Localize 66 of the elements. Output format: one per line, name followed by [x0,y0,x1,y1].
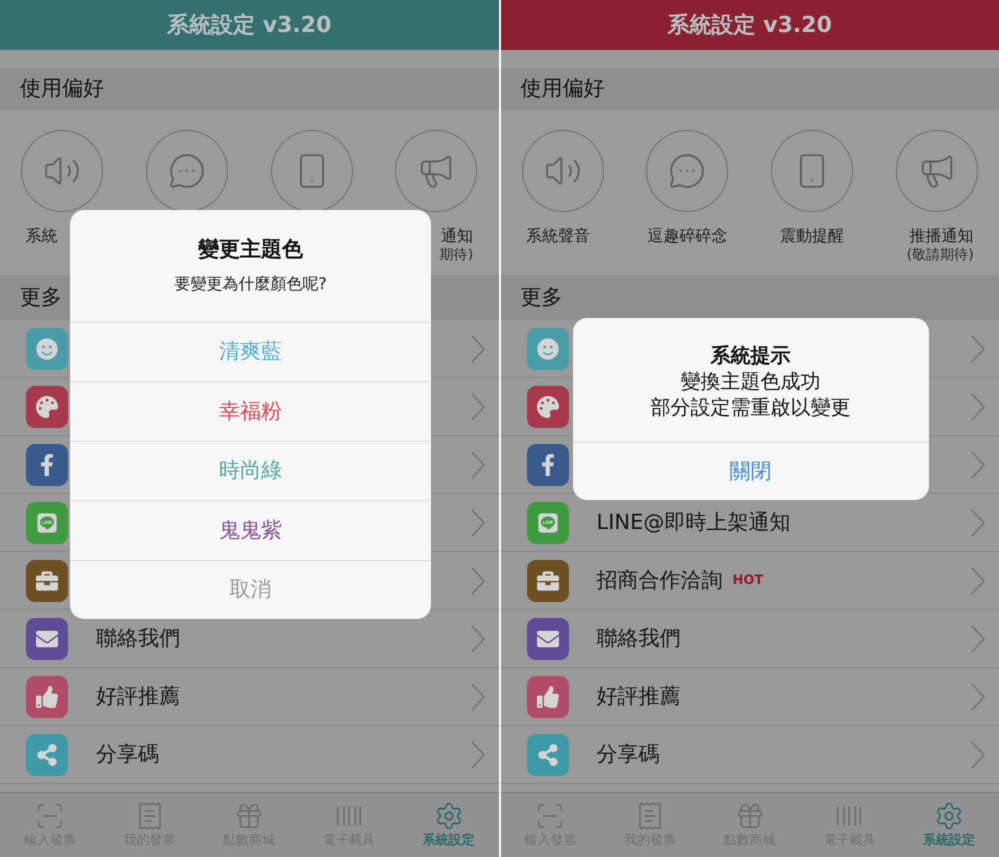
preference-note: 期待) [438,246,474,264]
smiley-icon [536,338,558,360]
chat-bubble-icon [36,512,58,534]
menu-item-label[interactable]: 好評推薦 [596,680,680,712]
color-option-button[interactable]: 鬼鬼紫 [70,500,431,560]
chevron-right-icon [971,334,985,362]
chevron-right-icon [971,508,985,536]
preference-label: 逗趣碎碎念 [646,226,728,246]
briefcase-icon [536,570,558,592]
chevron-right-icon [971,624,985,652]
chat-bubble-icon [168,152,206,190]
section-title: 更多 [520,284,562,311]
dialog-title: 系統提示 [710,342,790,368]
chevron-right-icon [470,624,484,652]
color-option-button[interactable]: 幸福粉 [70,381,431,440]
section-title: 使用偏好 [520,75,604,102]
dialog-title: 變更主題色 [198,236,303,263]
share-icon [536,744,558,766]
tab-button[interactable]: 系統設定 [899,793,999,857]
color-option-button[interactable]: 清爽藍 [70,322,431,381]
thumbs-up-icon [36,686,58,708]
section-title: 使用偏好 [20,75,104,102]
preference-note: (敬請期待) [906,246,974,264]
chevron-right-icon [470,450,484,478]
preference-label: 系統 [25,226,58,246]
chevron-right-icon [470,334,484,362]
thumbs-up-icon [536,686,558,708]
dialog-message: 變換主題色成功 [680,368,820,394]
chevron-right-icon [470,566,484,594]
preference-label: 推播通知 [908,226,974,246]
chat-bubble-icon [668,152,706,190]
chevron-right-icon [971,450,985,478]
dialog-message: 要變更為什麼顏色呢? [174,272,327,294]
menu-item-label[interactable]: 分享碼 [96,738,159,770]
chevron-right-icon [971,392,985,420]
chevron-right-icon [971,566,985,594]
palette-icon [536,396,558,418]
preference-label: 通知 [440,226,474,246]
chevron-right-icon [470,682,484,710]
color-option-button[interactable]: 時尚綠 [70,440,431,500]
tab-button[interactable]: 系統設定 [398,793,498,857]
chevron-right-icon [470,508,484,536]
chat-bubble-icon [536,512,558,534]
header-title: 系統設定 v3.20 [668,12,832,40]
share-icon [36,744,58,766]
preference-label: 震動提醒 [779,226,846,246]
chevron-right-icon [470,392,484,420]
menu-item-label[interactable]: LINE@即時上架通知 [596,506,790,538]
section-title: 更多 [20,284,62,311]
menu-item-label[interactable]: 招商合作洽詢 [596,564,722,596]
menu-item-label[interactable]: 聯絡我們 [96,622,180,654]
preference-label: 系統聲音 [526,226,591,246]
chevron-right-icon [971,682,985,710]
smiley-icon [36,338,58,360]
close-button[interactable]: 關閉 [572,442,928,500]
briefcase-icon [36,570,58,592]
dialog-message: 部分設定需重啟以變更 [650,394,850,420]
color-option-button[interactable]: 取消 [70,560,431,619]
palette-icon [36,396,58,418]
chevron-right-icon [470,740,484,768]
hot-label: HOT [732,572,764,590]
menu-item-label[interactable]: 分享碼 [596,738,660,770]
menu-item-label[interactable]: 好評推薦 [96,680,180,712]
chevron-right-icon [971,740,985,768]
menu-item-label[interactable]: 聯絡我們 [596,622,680,654]
header-title: 系統設定 v3.20 [167,12,332,40]
